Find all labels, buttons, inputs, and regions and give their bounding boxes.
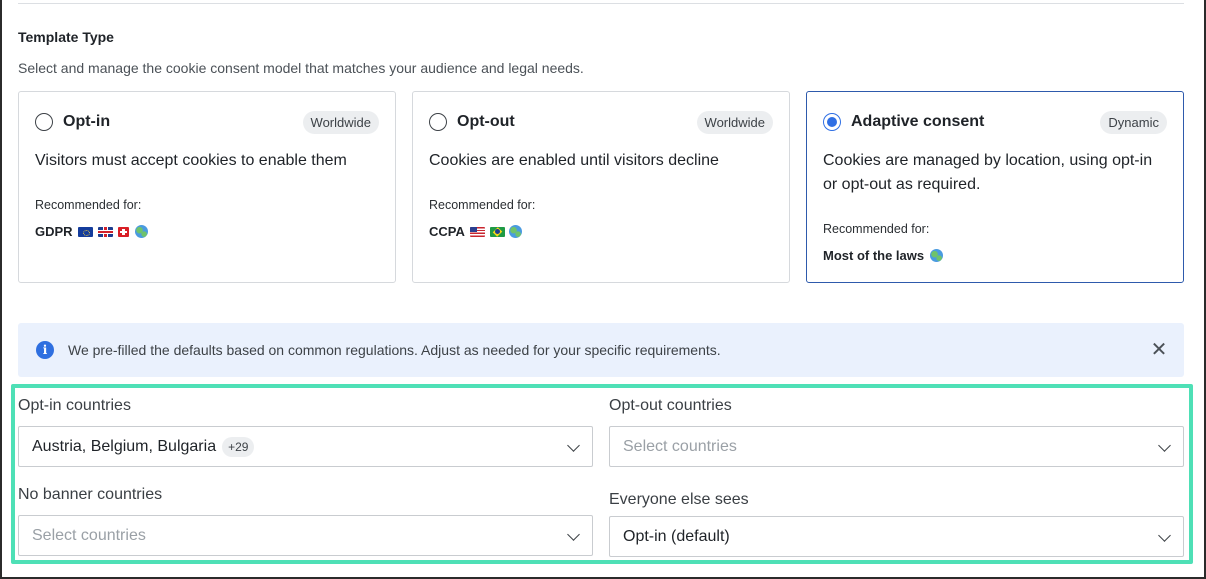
opt-out-countries-select[interactable]: Select countries	[609, 426, 1184, 467]
us-flag-icon	[469, 226, 485, 237]
no-banner-countries-label: No banner countries	[18, 486, 163, 503]
swiss-flag-icon	[117, 226, 129, 237]
recommended-law: CCPA	[429, 224, 465, 239]
globe-icon	[508, 225, 522, 238]
card-header: Opt-in Worldwide	[35, 110, 379, 134]
recommended-label: Recommended for:	[823, 222, 930, 236]
select-placeholder: Select countries	[32, 526, 146, 544]
top-divider	[18, 3, 1184, 4]
globe-icon	[134, 225, 148, 238]
scope-badge: Worldwide	[302, 110, 379, 134]
card-header: Adaptive consent Dynamic	[823, 110, 1167, 134]
recommended-label: Recommended for:	[429, 198, 536, 212]
everyone-else-label: Everyone else sees	[609, 491, 749, 508]
opt-in-countries-select[interactable]: Austria, Belgium, Bulgaria +29	[18, 426, 593, 467]
eu-flag-icon	[77, 226, 93, 237]
no-banner-countries-select[interactable]: Select countries	[18, 515, 593, 556]
card-header: Opt-out Worldwide	[429, 110, 773, 134]
opt-out-countries-label: Opt-out countries	[609, 397, 732, 414]
info-text: We pre-filled the defaults based on comm…	[68, 342, 721, 358]
chevron-down-icon	[567, 439, 580, 452]
template-card-opt-out[interactable]: Opt-out Worldwide Cookies are enabled un…	[412, 91, 790, 283]
card-title: Adaptive consent	[851, 113, 985, 130]
info-banner: i We pre-filled the defaults based on co…	[18, 323, 1184, 377]
recommended-law: GDPR	[35, 224, 73, 239]
radio-adaptive[interactable]	[823, 113, 841, 131]
recommended-law: Most of the laws	[823, 248, 925, 263]
window-frame	[0, 0, 1206, 579]
scope-badge: Dynamic	[1100, 110, 1167, 134]
template-card-opt-in[interactable]: Opt-in Worldwide Visitors must accept co…	[18, 91, 396, 283]
card-title: Opt-out	[457, 113, 515, 130]
scope-badge: Worldwide	[696, 110, 773, 134]
selected-countries: Austria, Belgium, Bulgaria	[32, 437, 217, 455]
chevron-down-icon	[1158, 529, 1171, 542]
info-icon: i	[36, 341, 54, 359]
selected-option: Opt-in (default)	[623, 527, 730, 545]
brazil-flag-icon	[489, 226, 505, 237]
radio-opt-out[interactable]	[429, 113, 447, 131]
card-description: Cookies are managed by location, using o…	[823, 152, 1153, 193]
radio-opt-in[interactable]	[35, 113, 53, 131]
chevron-down-icon	[1158, 439, 1171, 452]
close-icon[interactable]: ✕	[1150, 340, 1168, 360]
card-description: Cookies are enabled until visitors decli…	[429, 152, 719, 169]
section-title: Template Type	[18, 29, 114, 45]
recommended-value: GDPR	[35, 224, 148, 239]
select-placeholder: Select countries	[623, 437, 737, 455]
template-card-adaptive[interactable]: Adaptive consent Dynamic Cookies are man…	[806, 91, 1184, 283]
recommended-value: Most of the laws	[823, 248, 944, 263]
section-description: Select and manage the cookie consent mod…	[18, 60, 584, 76]
card-title: Opt-in	[63, 113, 111, 130]
opt-in-countries-label: Opt-in countries	[18, 397, 131, 414]
card-description: Visitors must accept cookies to enable t…	[35, 152, 347, 169]
chevron-down-icon	[567, 528, 580, 541]
everyone-else-select[interactable]: Opt-in (default)	[609, 516, 1184, 557]
recommended-label: Recommended for:	[35, 198, 142, 212]
more-countries-count: +29	[222, 436, 255, 457]
globe-icon	[930, 249, 944, 262]
recommended-value: CCPA	[429, 224, 522, 239]
uk-flag-icon	[97, 226, 113, 237]
